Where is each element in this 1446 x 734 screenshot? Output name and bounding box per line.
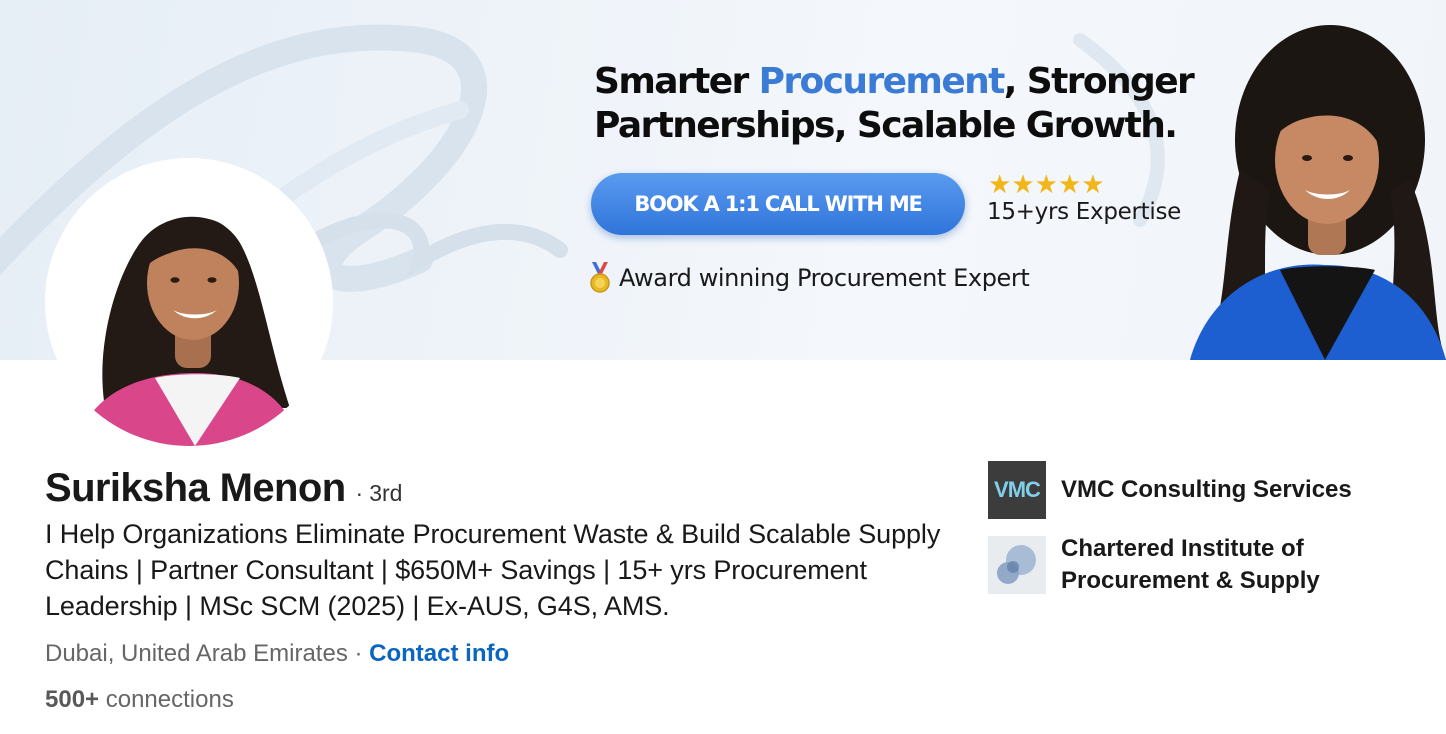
- vmc-logo-text: VMC: [994, 477, 1041, 502]
- headline-accent: Procurement: [758, 61, 1006, 102]
- profile-avatar[interactable]: [45, 158, 333, 446]
- org-vmc-consulting[interactable]: VMC VMC Consulting Services: [988, 461, 1352, 519]
- org-name: VMC Consulting Services: [1061, 476, 1352, 503]
- org-name-line-1: Chartered Institute of: [1061, 535, 1304, 562]
- rating-stars: ★ ★ ★ ★ ★: [988, 170, 1105, 198]
- banner-portrait-image: [1190, 25, 1446, 360]
- connections-count: 500+: [45, 686, 100, 713]
- cips-logo-icon: [988, 536, 1046, 594]
- profile-headline: I Help Organizations Eliminate Procureme…: [45, 519, 941, 621]
- book-call-button[interactable]: BOOK A 1:1 CALL WITH ME: [591, 173, 965, 235]
- degree-label: 3rd: [369, 480, 403, 506]
- contact-info-link[interactable]: Contact info: [369, 640, 509, 667]
- award-row: Award winning Procurement Expert: [589, 262, 1030, 294]
- medal-icon: [590, 262, 610, 293]
- avatar-image: [45, 158, 333, 446]
- headline-line-2: Partnerships, Scalable Growth.: [594, 105, 1178, 146]
- location-row: Dubai, United Arab Emirates · Contact in…: [45, 640, 509, 668]
- location-separator: ·: [354, 640, 363, 667]
- banner-headline: Smarter Procurement, Stronger Partnershi…: [594, 60, 1234, 148]
- star-icon: ★: [1081, 169, 1105, 199]
- degree-separator: ·: [355, 480, 364, 506]
- org-name-line-2: Procurement & Supply: [1061, 567, 1320, 594]
- connections-link[interactable]: 500+ connections: [45, 686, 234, 714]
- expertise-text: 15+yrs Expertise: [987, 199, 1181, 225]
- connections-label: connections: [105, 686, 234, 713]
- star-icon: ★: [988, 169, 1012, 199]
- org-name: Chartered Institute of Procurement & Sup…: [1061, 533, 1320, 597]
- connection-degree: · 3rd: [356, 480, 403, 507]
- vmc-logo-icon: VMC: [988, 461, 1046, 519]
- star-icon: ★: [1034, 169, 1058, 199]
- org-cips[interactable]: Chartered Institute of Procurement & Sup…: [988, 533, 1320, 597]
- name-row: Suriksha Menon · 3rd: [45, 466, 402, 511]
- profile-name: Suriksha Menon: [45, 466, 346, 510]
- star-icon: ★: [1011, 169, 1035, 199]
- headline-part-1: Smarter: [594, 61, 759, 102]
- star-icon: ★: [1057, 169, 1082, 199]
- award-text: Award winning Procurement Expert: [619, 264, 1030, 292]
- profile-card: Smarter Procurement, Stronger Partnershi…: [0, 0, 1446, 734]
- profile-location: Dubai, United Arab Emirates: [45, 640, 348, 667]
